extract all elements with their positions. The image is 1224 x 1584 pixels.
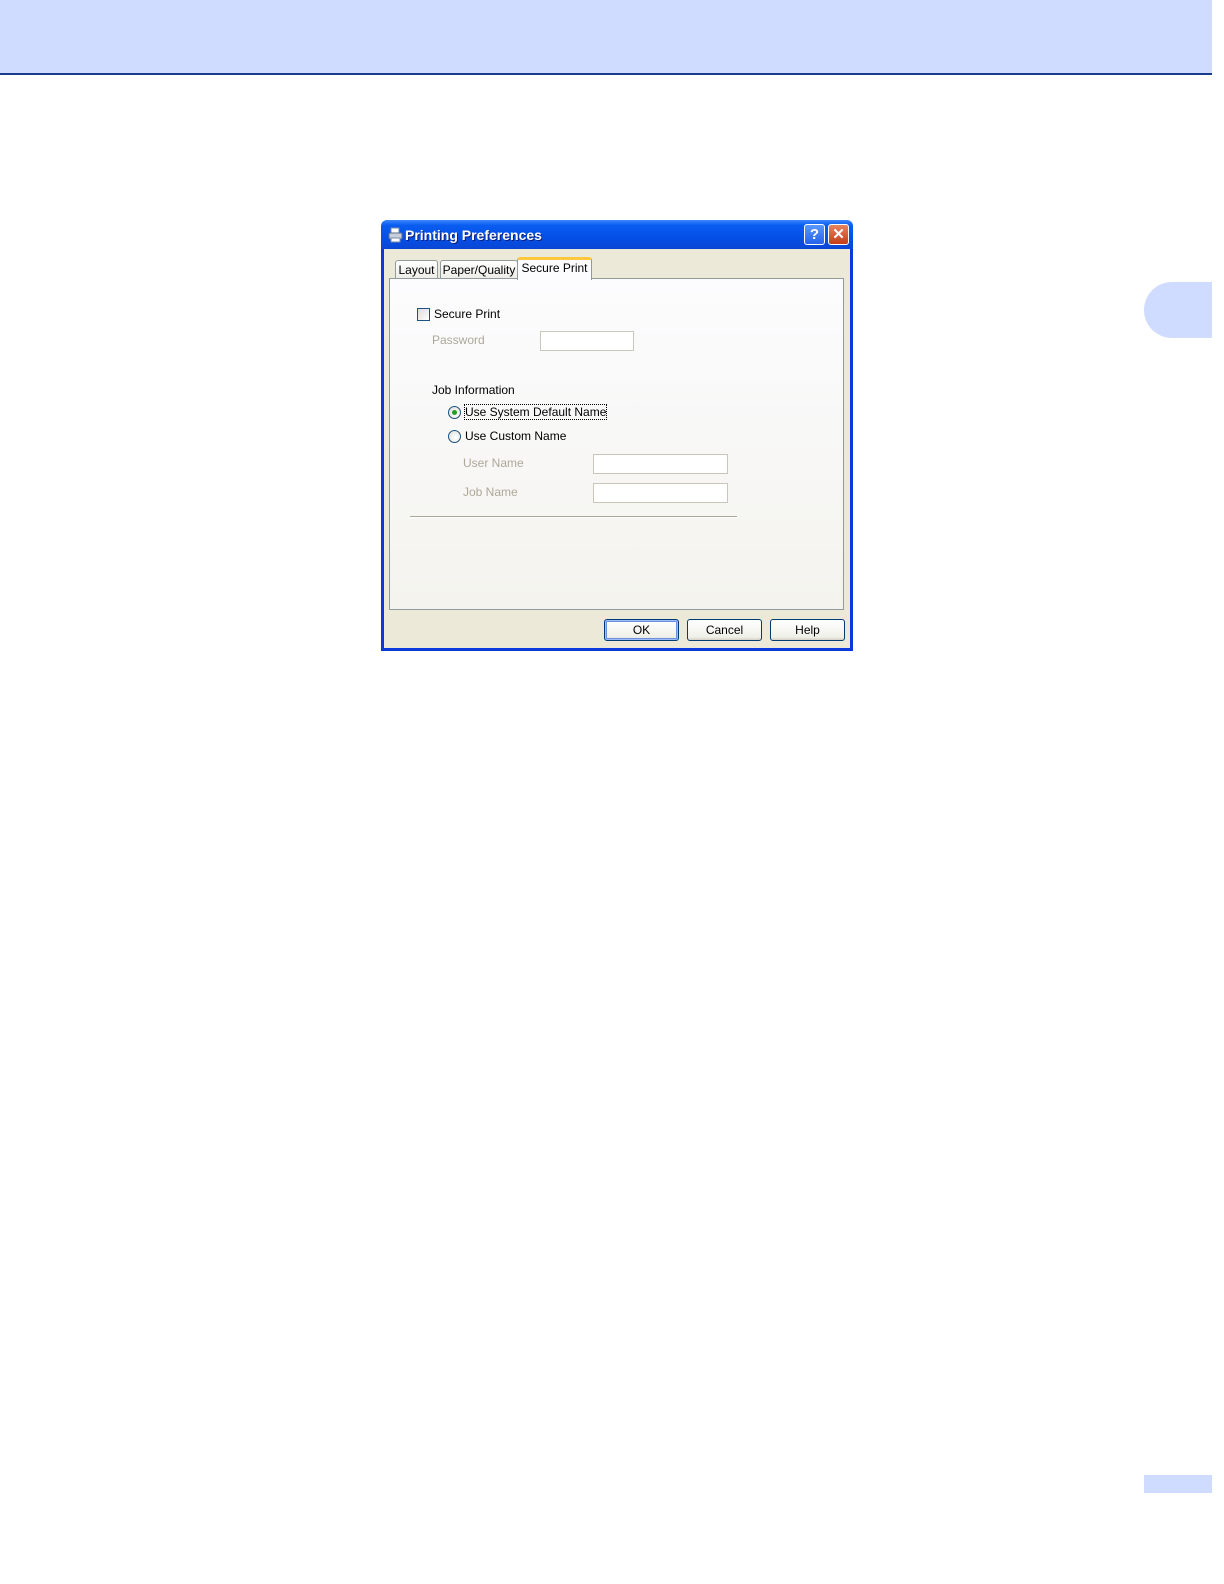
use-system-default-name-label[interactable]: Use System Default Name	[463, 404, 608, 420]
user-name-field[interactable]	[593, 454, 728, 474]
job-name-label: Job Name	[463, 485, 518, 499]
title-bar[interactable]: Printing Preferences ? ✕	[381, 220, 853, 249]
secure-print-label[interactable]: Secure Print	[434, 307, 500, 321]
help-button[interactable]: Help	[770, 619, 845, 641]
panel-divider	[410, 516, 737, 518]
chapter-side-tab	[1144, 282, 1212, 338]
page-header-band	[0, 0, 1212, 75]
use-custom-name-label[interactable]: Use Custom Name	[465, 429, 566, 443]
help-title-button[interactable]: ?	[804, 224, 825, 245]
tab-paper-quality[interactable]: Paper/Quality	[440, 260, 518, 279]
cancel-button[interactable]: Cancel	[687, 619, 762, 641]
use-custom-name-radio[interactable]	[448, 430, 461, 443]
tab-layout[interactable]: Layout	[395, 260, 438, 279]
printing-preferences-dialog: Printing Preferences ? ✕ Layout Paper/Qu…	[381, 220, 853, 651]
secure-print-checkbox[interactable]	[417, 308, 430, 321]
job-name-field[interactable]	[593, 483, 728, 503]
page-header-edge	[1212, 0, 1224, 75]
radio-selected-dot	[452, 410, 457, 415]
close-title-button[interactable]: ✕	[828, 224, 849, 245]
tab-secure-print[interactable]: Secure Print	[517, 257, 592, 280]
printer-icon	[388, 227, 403, 243]
ok-button[interactable]: OK	[604, 619, 679, 641]
secure-print-panel: Secure Print Password Job Information Us…	[389, 278, 844, 610]
user-name-label: User Name	[463, 456, 524, 470]
dialog-client-area: Layout Paper/Quality Secure Print Secure…	[384, 249, 850, 648]
password-label: Password	[432, 333, 485, 347]
use-system-default-name-radio[interactable]	[448, 406, 461, 419]
dialog-title: Printing Preferences	[405, 227, 542, 243]
job-information-label: Job Information	[432, 383, 515, 397]
page-number-tab	[1144, 1475, 1212, 1493]
password-field[interactable]	[540, 331, 634, 351]
